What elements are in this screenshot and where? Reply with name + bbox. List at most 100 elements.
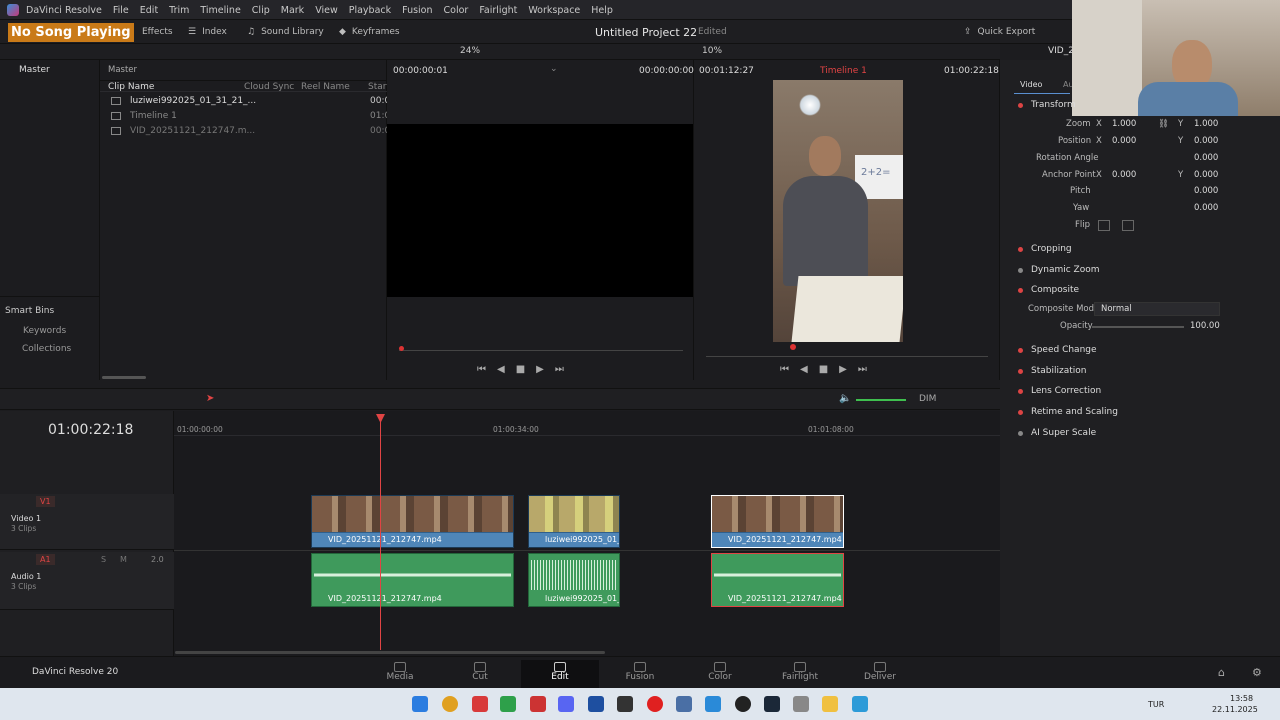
menu-view[interactable]: View <box>315 5 338 16</box>
media-pool-scrollbar[interactable] <box>102 376 146 379</box>
section-speed-change[interactable]: Speed Change <box>1008 341 1274 359</box>
page-deliver[interactable]: Deliver <box>850 660 910 688</box>
menu-clip[interactable]: Clip <box>252 5 270 16</box>
solo-button[interactable]: S <box>101 555 106 564</box>
windows-start-icon[interactable] <box>412 696 428 712</box>
source-zoom[interactable]: 24% <box>460 46 480 56</box>
dim-button[interactable]: DIM <box>919 394 936 404</box>
page-edit[interactable]: Edit <box>521 660 599 688</box>
chrome-icon[interactable] <box>442 696 458 712</box>
master-bin[interactable]: Master <box>19 65 50 75</box>
timeline-name-dropdown[interactable]: Timeline 1 <box>820 66 867 76</box>
col-clip-name[interactable]: Clip Name <box>108 82 154 92</box>
app-icon[interactable] <box>676 696 692 712</box>
audio-track-header[interactable]: A1 S M 2.0 Audio 1 3 Clips <box>0 552 174 610</box>
timeline-zoom[interactable]: 10% <box>702 46 722 56</box>
menu-trim[interactable]: Trim <box>169 5 189 16</box>
section-composite[interactable]: Composite <box>1008 281 1274 299</box>
flip-horizontal-icon[interactable] <box>1098 220 1110 231</box>
record-icon[interactable] <box>647 696 663 712</box>
davinci-resolve-icon[interactable] <box>617 696 633 712</box>
chevron-down-icon[interactable]: ⌄ <box>550 64 558 74</box>
clock-date[interactable]: 22.11.2025 <box>1212 705 1258 714</box>
effects-button[interactable]: Effects <box>142 20 173 44</box>
section-ai-super-scale[interactable]: AI Super Scale <box>1008 424 1274 442</box>
page-cut[interactable]: Cut <box>450 660 510 688</box>
section-lens-correction[interactable]: Lens Correction <box>1008 382 1274 400</box>
menu-help[interactable]: Help <box>591 5 613 16</box>
video-clip[interactable]: luziwei992025_01_3... <box>528 495 620 548</box>
rotation-field[interactable]: 0.000 <box>1194 153 1218 163</box>
steam-icon[interactable] <box>764 696 780 712</box>
menu-timeline[interactable]: Timeline <box>200 5 240 16</box>
edge-icon[interactable] <box>705 696 721 712</box>
app-icon[interactable] <box>588 696 604 712</box>
anchor-y-field[interactable]: 0.000 <box>1194 170 1218 180</box>
home-icon[interactable]: ⌂ <box>1218 666 1225 679</box>
menu-file[interactable]: File <box>113 5 129 16</box>
timeline-scrubber[interactable] <box>706 356 988 357</box>
page-media[interactable]: Media <box>370 660 430 688</box>
section-dynamic-zoom[interactable]: Dynamic Zoom <box>1008 261 1274 279</box>
position-y-field[interactable]: 0.000 <box>1194 136 1218 146</box>
opacity-slider[interactable] <box>1092 326 1184 328</box>
source-playhead[interactable] <box>399 346 404 351</box>
app-icon[interactable] <box>793 696 809 712</box>
source-transport-controls[interactable]: ⏮◀■▶⏭ <box>477 364 575 375</box>
zoom-y-field[interactable]: 1.000 <box>1194 119 1218 129</box>
selection-tool-icon[interactable]: ➤ <box>206 393 214 404</box>
filezilla-icon[interactable] <box>530 696 546 712</box>
audio-clip[interactable]: VID_20251121_212747.mp4 <box>311 553 514 607</box>
timeline-playhead[interactable] <box>380 418 381 650</box>
section-transform[interactable]: Transform <box>1008 96 1274 114</box>
section-stabilization[interactable]: Stabilization <box>1008 362 1274 380</box>
col-reel-name[interactable]: Reel Name <box>301 82 350 92</box>
video-clip[interactable]: VID_20251121_212747.mp4 <box>311 495 514 548</box>
file-explorer-icon[interactable] <box>822 696 838 712</box>
page-fairlight[interactable]: Fairlight <box>770 660 830 688</box>
source-video-frame[interactable] <box>387 124 693 297</box>
vivaldi-icon[interactable] <box>472 696 488 712</box>
section-cropping[interactable]: Cropping <box>1008 240 1274 258</box>
source-scrubber[interactable] <box>399 350 683 351</box>
discord-icon[interactable] <box>558 696 574 712</box>
menu-edit[interactable]: Edit <box>140 5 158 16</box>
flip-vertical-icon[interactable] <box>1122 220 1134 231</box>
tab-video[interactable]: Video <box>1020 80 1042 89</box>
notepad-icon[interactable] <box>852 696 868 712</box>
timeline-viewer-playhead[interactable] <box>790 344 796 350</box>
zoom-x-field[interactable]: 1.000 <box>1112 119 1136 129</box>
menu-resolve[interactable]: DaVinci Resolve <box>26 5 102 16</box>
col-cloud-sync[interactable]: Cloud Sync <box>244 82 294 92</box>
speaker-icon[interactable]: 🔈 <box>839 393 851 404</box>
menu-color[interactable]: Color <box>444 5 469 16</box>
keyboard-language[interactable]: TUR <box>1148 700 1164 709</box>
audio-clip[interactable]: luziwei992025_01_3... <box>528 553 620 607</box>
video-clip-selected[interactable]: VID_20251121_212747.mp4 <box>711 495 844 548</box>
yaw-field[interactable]: 0.000 <box>1194 203 1218 213</box>
sound-library-button[interactable]: ♫ Sound Library <box>247 20 324 44</box>
volume-slider[interactable] <box>856 399 906 401</box>
menu-mark[interactable]: Mark <box>281 5 304 16</box>
list-item[interactable]: VID_20251121_212747.m... 00:0 <box>100 125 390 139</box>
keywords-bin[interactable]: Keywords <box>23 326 66 336</box>
obs-icon[interactable] <box>735 696 751 712</box>
pitch-field[interactable]: 0.000 <box>1194 186 1218 196</box>
link-icon[interactable]: ⛓ <box>1158 119 1169 129</box>
keyframes-button[interactable]: ◆ Keyframes <box>339 20 400 44</box>
quick-export-button[interactable]: ⇪ Quick Export <box>964 20 1035 44</box>
section-retime[interactable]: Retime and Scaling <box>1008 403 1274 421</box>
mute-button[interactable]: M <box>120 555 127 564</box>
collections-bin[interactable]: Collections <box>22 344 71 354</box>
page-color[interactable]: Color <box>690 660 750 688</box>
gear-icon[interactable]: ⚙ <box>1252 666 1262 679</box>
menu-fairlight[interactable]: Fairlight <box>479 5 517 16</box>
timeline-ruler[interactable]: 01:00:00:00 01:00:34:00 01:01:08:00 <box>174 411 1000 436</box>
anchor-x-field[interactable]: 0.000 <box>1112 170 1136 180</box>
position-x-field[interactable]: 0.000 <box>1112 136 1136 146</box>
index-button[interactable]: ☰ Index <box>188 20 227 44</box>
audio-clip-selected[interactable]: VID_20251121_212747.mp4 <box>711 553 844 607</box>
menu-workspace[interactable]: Workspace <box>528 5 580 16</box>
opacity-field[interactable]: 100.00 <box>1190 321 1220 331</box>
timeline-video-frame[interactable]: 2+2= <box>773 80 903 342</box>
